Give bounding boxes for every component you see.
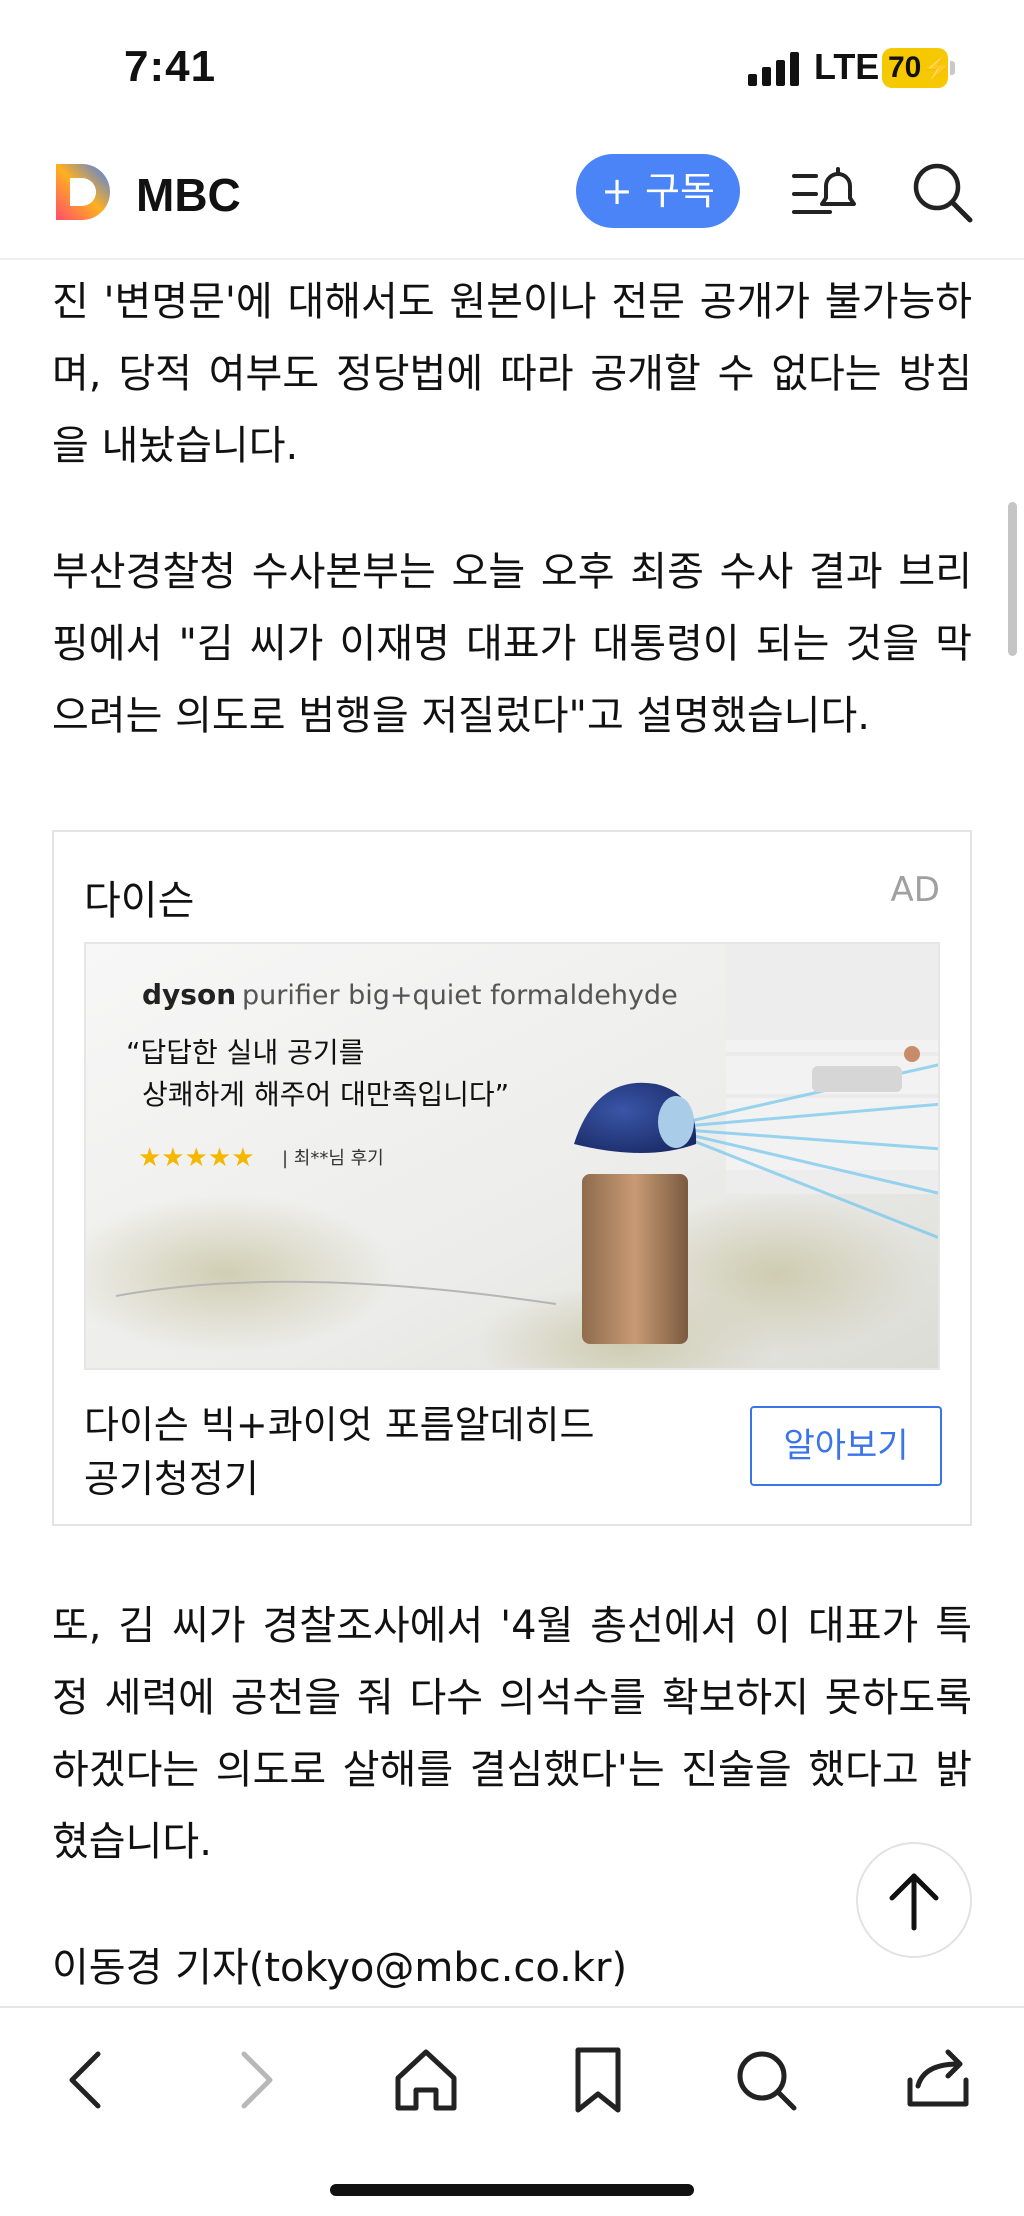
scroll-top-button[interactable]	[856, 1842, 972, 1958]
battery-indicator: 70⚡	[882, 48, 954, 88]
article-byline: 이동경 기자(tokyo@mbc.co.kr)	[52, 1945, 628, 1991]
forward-icon[interactable]	[214, 2038, 298, 2122]
ad-tag: AD	[890, 870, 940, 910]
ad-title-line: 공기청정기	[84, 1457, 259, 1501]
find-icon[interactable]	[724, 2038, 808, 2122]
ad-image-quote-2: 상쾌하게 해주어 대만족입니다”	[142, 1078, 509, 1111]
learn-more-button[interactable]: 알아보기	[750, 1406, 942, 1486]
brand-name[interactable]: MBC	[136, 168, 241, 222]
article-paragraph: 부산경찰청 수사본부는 오늘 오후 최종 수사 결과 브리핑에서 "김 씨가 이…	[52, 549, 972, 739]
battery-cap	[950, 61, 955, 75]
share-icon[interactable]	[896, 2038, 980, 2122]
ad-image-quote-1: “답답한 실내 공기를	[126, 1036, 364, 1069]
ad-image-review: | 최**님 후기	[282, 1148, 384, 1169]
subscribe-button[interactable]: + 구독	[576, 154, 740, 228]
ad-image-brand: dyson	[142, 978, 236, 1011]
signal-icon	[748, 52, 799, 86]
scrollbar-handle[interactable]	[1008, 502, 1017, 656]
ad-image-product: purifier big+quiet formaldehyde	[242, 980, 678, 1011]
status-time: 7:41	[124, 42, 217, 91]
logo-icon[interactable]	[52, 160, 116, 224]
ad-advertiser: 다이슨	[84, 878, 195, 924]
home-icon[interactable]	[384, 2038, 468, 2122]
browser-toolbar	[0, 2006, 1024, 2216]
bell-menu-icon[interactable]	[790, 164, 860, 224]
home-indicator[interactable]	[330, 2184, 694, 2196]
network-label: LTE	[814, 46, 880, 87]
battery-level: 70	[888, 51, 922, 84]
status-bar: 7:41 LTE 70⚡	[0, 0, 1024, 130]
search-icon[interactable]	[910, 160, 974, 224]
article-paragraph: 또, 김 씨가 경찰조사에서 '4월 총선에서 이 대표가 특정 세력에 공천을…	[52, 1603, 972, 1865]
back-icon[interactable]	[44, 2038, 128, 2122]
site-header: MBC + 구독	[0, 130, 1024, 260]
ad-card[interactable]: 다이슨 AD dyson purifier big+quiet formalde…	[52, 830, 972, 1526]
ad-image-stars: ★★★★★	[138, 1143, 255, 1173]
article-paragraph: 진 '변명문'에 대해서도 원본이나 전문 공개가 불가능하며, 당적 여부도 …	[52, 279, 972, 469]
ad-image[interactable]: dyson purifier big+quiet formaldehyde “답…	[84, 942, 940, 1370]
bookmark-icon[interactable]	[556, 2038, 640, 2122]
ad-title[interactable]: 다이슨 빅+콰이엇 포름알데히드 공기청정기	[84, 1398, 644, 1506]
ad-image-art: dyson purifier big+quiet formaldehyde “답…	[86, 944, 938, 1368]
arrow-up-icon	[889, 1873, 939, 1931]
ad-title-line: 다이슨 빅+콰이엇 포름알데히드	[84, 1403, 595, 1447]
